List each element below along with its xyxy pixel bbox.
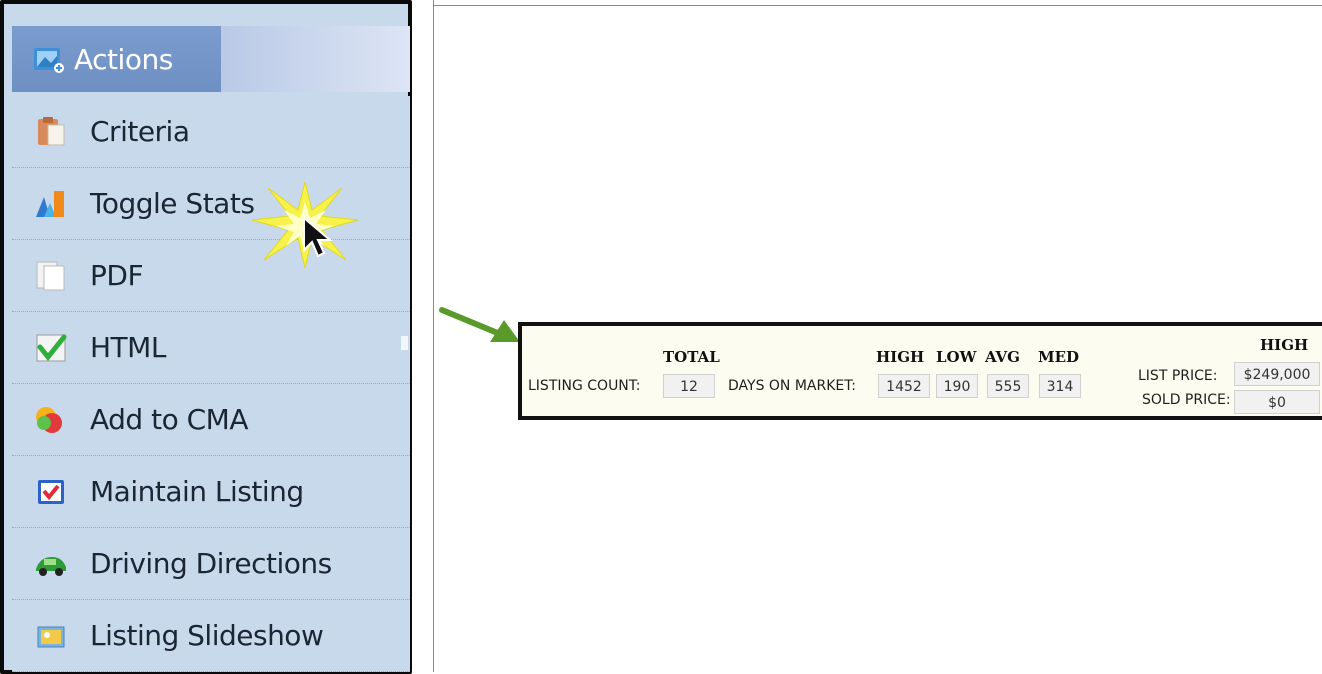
menu-item-label: HTML	[90, 331, 166, 364]
add-cma-icon	[36, 406, 62, 433]
checkbox-icon	[38, 479, 64, 504]
dom-med-value: 314	[1039, 374, 1081, 398]
menu-item-label: Listing Slideshow	[90, 619, 324, 652]
click-starburst-icon	[251, 181, 359, 269]
listing-count-value: 12	[663, 374, 715, 398]
checkmark-icon	[36, 334, 67, 361]
bar-chart-icon	[36, 190, 64, 217]
vertical-divider	[433, 0, 434, 672]
list-price-label: LIST PRICE:	[1138, 368, 1218, 384]
clipboard-icon	[38, 116, 65, 145]
total-header: TOTAL	[663, 348, 720, 366]
menu-item-label: Criteria	[90, 115, 190, 148]
days-on-market-label: DAYS ON MARKET:	[728, 378, 856, 394]
dom-high-header: HIGH	[876, 348, 925, 366]
list-price-high-value: $249,000	[1234, 362, 1320, 386]
actions-header[interactable]: Actions	[12, 26, 221, 92]
top-rule	[433, 5, 1322, 6]
document-icon	[36, 261, 65, 290]
dom-low-value: 190	[936, 374, 978, 398]
actions-header-label: Actions	[74, 42, 173, 76]
actions-icon	[34, 48, 64, 73]
pointer-arrow-icon	[439, 307, 520, 342]
menu-item-criteria[interactable]: Criteria	[12, 96, 410, 168]
menu-item-maintain-listing[interactable]: Maintain Listing	[12, 456, 410, 528]
menu-header-fade	[221, 26, 410, 92]
menu-item-label: Maintain Listing	[90, 475, 304, 508]
dom-med-header: MED	[1038, 348, 1080, 366]
car-icon	[36, 556, 66, 576]
menu-item-add-to-cma[interactable]: Add to CMA	[12, 384, 410, 456]
menu-item-label: Add to CMA	[90, 403, 248, 436]
dom-high-value: 1452	[878, 374, 930, 398]
menu-item-html[interactable]: HTML	[12, 312, 410, 384]
menu-item-label: Driving Directions	[90, 547, 332, 580]
sold-price-high-value: $0	[1234, 390, 1320, 414]
menu-item-label: PDF	[90, 259, 144, 292]
menu-item-driving-directions[interactable]: Driving Directions	[12, 528, 410, 600]
dom-avg-value: 555	[987, 374, 1029, 398]
sold-price-label: SOLD PRICE:	[1142, 392, 1231, 408]
dom-avg-header: AVG	[985, 348, 1020, 366]
dom-low-header: LOW	[936, 348, 977, 366]
menu-item-label: Toggle Stats	[90, 187, 255, 220]
menu-item-listing-slideshow[interactable]: Listing Slideshow	[12, 600, 410, 672]
listing-count-label: LISTING COUNT:	[528, 378, 641, 394]
menu-separator-tick	[401, 336, 408, 350]
stats-panel: TOTAL LISTING COUNT: 12 HIGH LOW AVG MED…	[518, 322, 1322, 420]
slideshow-icon	[37, 626, 65, 647]
price-high-header: HIGH	[1260, 336, 1309, 354]
